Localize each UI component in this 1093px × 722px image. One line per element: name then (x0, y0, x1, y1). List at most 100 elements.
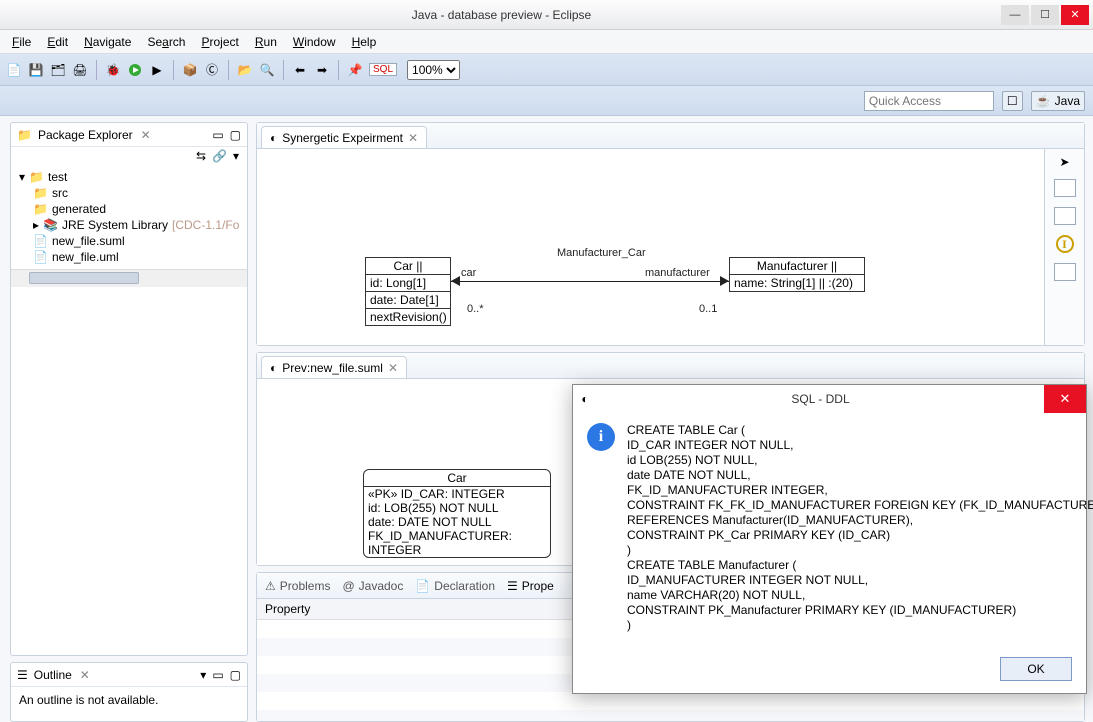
preview-attr: id: LOB(255) NOT NULL (364, 501, 550, 515)
open-perspective-button[interactable]: ☐ (1002, 91, 1023, 111)
palette-tool[interactable] (1054, 179, 1076, 197)
menu-search[interactable]: Search (141, 33, 191, 51)
window-titlebar: Java - database preview - Eclipse — ☐ ✕ (0, 0, 1093, 30)
view-menu-icon[interactable]: ▾ (200, 668, 206, 682)
forward-icon[interactable]: ➡ (314, 62, 330, 78)
run-last-icon[interactable]: ▶ (149, 62, 165, 78)
maximize-button[interactable]: ☐ (1031, 5, 1059, 25)
search-icon[interactable]: 🔍 (259, 62, 275, 78)
zoom-combo[interactable]: 100% (407, 60, 460, 80)
package-explorer-tree[interactable]: ▾📁test 📁src 📁generated ▸📚JRE System Libr… (11, 165, 247, 269)
uml-class-mfr-name[interactable]: Manufacturer || (730, 258, 864, 275)
quick-access-input[interactable] (864, 91, 994, 111)
role-mfr: manufacturer (645, 267, 710, 279)
mult-left: 0..* (467, 303, 484, 315)
ok-button[interactable]: OK (1000, 657, 1072, 681)
collapse-all-icon[interactable]: ⇆ (196, 149, 206, 163)
minimize-view-icon[interactable]: ▭ (212, 128, 223, 142)
tree-jre[interactable]: JRE System Library (62, 218, 168, 232)
diagram-icon: ◐ (270, 131, 277, 145)
expand-icon[interactable]: ▸ (33, 218, 39, 232)
package-explorer-title: Package Explorer (38, 128, 133, 142)
tree-file-suml[interactable]: new_file.suml (52, 234, 125, 248)
tree-generated[interactable]: generated (52, 202, 106, 216)
horizontal-scrollbar[interactable] (11, 269, 247, 287)
window-title: Java - database preview - Eclipse (4, 8, 999, 22)
new-icon[interactable]: 📄 (6, 62, 22, 78)
minimize-view-icon[interactable]: ▭ (212, 668, 223, 682)
new-package-icon[interactable]: 📦 (182, 62, 198, 78)
view-menu-icon[interactable]: ▾ (233, 149, 239, 163)
close-tab-icon[interactable]: ✕ (408, 131, 418, 145)
tree-file-uml[interactable]: new_file.uml (52, 250, 119, 264)
close-view-icon[interactable]: ✕ (141, 128, 151, 142)
print-icon[interactable]: 🖨 (72, 62, 88, 78)
menubar: File Edit Navigate Search Project Run Wi… (0, 30, 1093, 54)
expand-icon[interactable]: ▾ (19, 170, 25, 184)
open-type-icon[interactable]: 📂 (237, 62, 253, 78)
palette-tool[interactable] (1054, 207, 1076, 225)
save-icon[interactable]: 💾 (28, 62, 44, 78)
file-icon: 📄 (33, 250, 48, 264)
close-view-icon[interactable]: ✕ (80, 668, 90, 682)
association-name: Manufacturer_Car (557, 247, 646, 259)
uml-attr: name: String[1] || :(20) (730, 275, 864, 291)
arrow-left-icon (451, 276, 460, 286)
palette-tool[interactable] (1054, 263, 1076, 281)
tree-project[interactable]: test (48, 170, 67, 184)
uml-class-car-name[interactable]: Car || (366, 258, 450, 275)
tab-problems[interactable]: ⚠ Problems (265, 579, 330, 593)
quick-access-bar: ☐ ☕ Java (0, 86, 1093, 116)
close-button[interactable]: ✕ (1061, 5, 1089, 25)
outline-title: Outline (34, 668, 72, 682)
pin-icon[interactable]: 📌 (347, 62, 363, 78)
maximize-view-icon[interactable]: ▢ (230, 128, 241, 142)
menu-file[interactable]: File (6, 33, 37, 51)
tab-javadoc[interactable]: @ Javadoc (342, 579, 403, 593)
menu-window[interactable]: Window (287, 33, 342, 51)
editor-tab-preview[interactable]: ◐ Prev:new_file.suml ✕ (261, 356, 407, 378)
minimize-button[interactable]: — (1001, 5, 1029, 25)
dialog-ddl-text: CREATE TABLE Car ( ID_CAR INTEGER NOT NU… (627, 423, 1093, 633)
association-line[interactable] (451, 281, 729, 282)
dialog-close-button[interactable]: ✕ (1044, 385, 1086, 413)
new-class-icon[interactable]: Ⓒ (204, 62, 220, 78)
java-perspective-button[interactable]: ☕ Java (1031, 91, 1085, 111)
palette-select-icon[interactable]: ➤ (1059, 155, 1069, 169)
outline-icon: ☰ (17, 668, 28, 682)
eclipse-icon: ◐ (573, 392, 597, 406)
sql-badge[interactable]: SQL (369, 63, 397, 76)
tab-properties[interactable]: ☰ Prope (507, 579, 554, 593)
menu-help[interactable]: Help (346, 33, 383, 51)
editor-tab-synergetic[interactable]: ◐ Synergetic Expeirment ✕ (261, 126, 427, 148)
debug-icon[interactable]: 🐞 (105, 62, 121, 78)
maximize-view-icon[interactable]: ▢ (230, 668, 241, 682)
dialog-title: SQL - DDL (597, 392, 1044, 406)
back-icon[interactable]: ⬅ (292, 62, 308, 78)
menu-run[interactable]: Run (249, 33, 283, 51)
palette-info-icon[interactable]: I (1056, 235, 1074, 253)
menu-edit[interactable]: Edit (41, 33, 74, 51)
link-editor-icon[interactable]: 🔗 (212, 149, 227, 163)
menu-project[interactable]: Project (195, 33, 244, 51)
preview-class-name[interactable]: Car (364, 470, 550, 487)
preview-attr: «PK» ID_CAR: INTEGER (364, 487, 550, 501)
diagram-canvas[interactable]: Car || id: Long[1] date: Date[1] nextRev… (257, 149, 1084, 345)
project-icon: 📁 (29, 170, 44, 184)
folder-icon: 📁 (33, 186, 48, 200)
diagram-icon: ◐ (270, 361, 277, 375)
outline-empty-text: An outline is not available. (11, 687, 247, 713)
menu-navigate[interactable]: Navigate (78, 33, 137, 51)
close-tab-icon[interactable]: ✕ (388, 361, 398, 375)
sql-ddl-dialog: ◐ SQL - DDL ✕ i CREATE TABLE Car ( ID_CA… (572, 384, 1087, 694)
file-icon: 📄 (33, 234, 48, 248)
tree-src[interactable]: src (52, 186, 68, 200)
tab-declaration[interactable]: 📄 Declaration (415, 579, 495, 593)
run-icon[interactable] (127, 62, 143, 78)
info-icon: i (587, 423, 615, 451)
arrow-right-icon (720, 276, 729, 286)
main-toolbar: 📄 💾 🗂 🖨 🐞 ▶ 📦 Ⓒ 📂 🔍 ⬅ ➡ 📌 SQL 100% (0, 54, 1093, 86)
save-all-icon[interactable]: 🗂 (50, 62, 66, 78)
folder-icon: 📁 (33, 202, 48, 216)
package-explorer-icon: 📁 (17, 128, 32, 142)
